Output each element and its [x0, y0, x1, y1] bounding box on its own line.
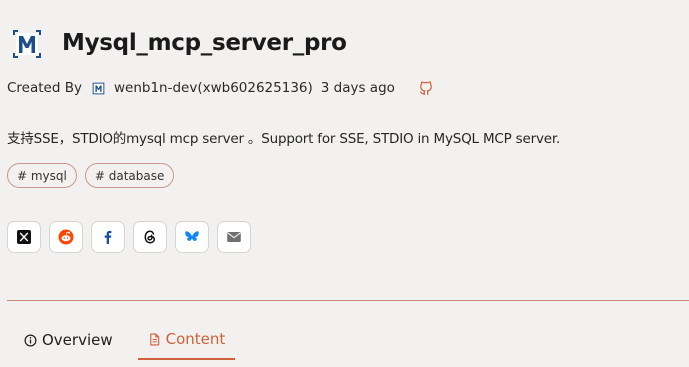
content-tabs: Overview Content	[14, 320, 250, 360]
tab-overview-label: Overview	[42, 331, 113, 349]
server-logo	[10, 27, 44, 61]
share-buttons	[7, 221, 251, 253]
github-icon[interactable]	[419, 81, 433, 96]
document-icon	[149, 333, 159, 345]
page-title: Mysql_mcp_server_pro	[62, 30, 347, 56]
author-avatar	[92, 82, 105, 95]
x-icon	[17, 230, 31, 244]
email-icon	[227, 232, 241, 242]
tag-database[interactable]: # database	[84, 163, 175, 188]
tab-content-label: Content	[165, 330, 226, 348]
reddit-icon	[58, 229, 74, 245]
updated-time: 3 days ago	[320, 80, 395, 96]
created-by-label: Created By	[7, 80, 82, 96]
share-facebook-button[interactable]	[91, 221, 125, 253]
share-x-button[interactable]	[7, 221, 41, 253]
tab-content[interactable]: Content	[137, 320, 236, 360]
server-description: 支持SSE，STDIO的mysql mcp server 。Support fo…	[7, 131, 561, 147]
info-icon	[24, 334, 37, 346]
facebook-icon	[104, 230, 112, 244]
bluesky-icon	[185, 231, 199, 242]
share-threads-button[interactable]	[133, 221, 167, 253]
share-reddit-button[interactable]	[49, 221, 83, 253]
meta-row: Created By wenb1n-dev(xwb602625136) 3 da…	[7, 78, 433, 98]
tag-mysql[interactable]: # mysql	[7, 163, 77, 188]
share-email-button[interactable]	[217, 221, 251, 253]
section-divider	[7, 300, 689, 301]
tab-overview[interactable]: Overview	[14, 320, 123, 360]
author-link[interactable]: wenb1n-dev(xwb602625136)	[114, 80, 313, 96]
threads-icon	[144, 230, 156, 244]
share-bluesky-button[interactable]	[175, 221, 209, 253]
tag-list: # mysql # database	[7, 163, 175, 188]
